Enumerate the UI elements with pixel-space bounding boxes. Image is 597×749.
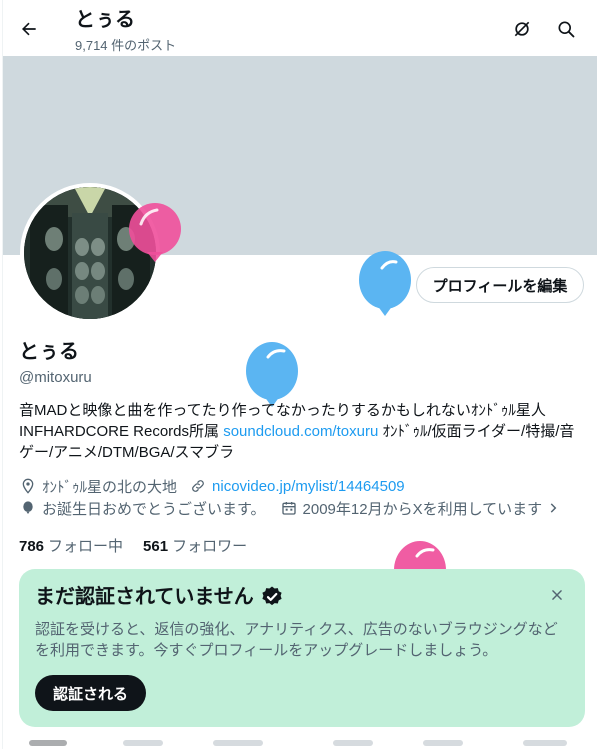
following-link[interactable]: 786 フォロー中 [19,535,123,556]
birthday-off-button[interactable] [507,14,537,44]
close-icon [552,590,562,600]
header-title: とぅる [75,9,135,31]
profile-bio: 音MADと映像と曲を作ってたり作ってなかったりするかもしれないｵﾝﾄﾞｩﾙ星人 … [19,400,585,463]
profile-page: とぅる 9,714 件のポスト プロフィールを編集 とぅる @mitoxuru … [2,0,597,749]
following-count: 786 [19,538,45,555]
calendar-icon [280,499,298,517]
top-bar: とぅる 9,714 件のポスト [3,0,597,56]
bio-line: INFHARDCORE Records所属 soundcloud.com/tox… [19,421,585,442]
followers-count: 561 [143,538,169,555]
pink-balloon-icon [129,203,181,262]
profile-tabs-peek [3,740,597,749]
balloon-icon [19,499,37,517]
back-button[interactable] [13,13,45,45]
edit-profile-button[interactable]: プロフィールを編集 [416,267,584,303]
verified-badge-icon [262,586,282,606]
profile-joined: 2009年12月からXを利用しています [302,500,543,518]
birthday-off-icon [514,21,530,37]
verification-title-text: まだ認証されていません [35,586,254,608]
profile-name: とぅる [19,341,79,363]
bio-line: 音MADと映像と曲を作ってたり作ってなかったりするかもしれないｵﾝﾄﾞｩﾙ星人 [19,402,546,419]
arrow-left-icon [22,22,36,36]
profile-meta-row: ｵﾝﾄﾞｩﾙ星の北の大地 nicovideo.jp/mylist/1446450… [19,476,405,496]
post-count: 9,714 件のポスト [75,38,177,53]
chevron-right-icon[interactable] [544,499,562,517]
verification-card: まだ認証されていません 認証を受けると、返信の強化、アナリティクス、広告のないブ… [19,569,585,727]
profile-birthday: お誕生日おめでとうございます。 [42,500,266,518]
bio-text: INFHARDCORE Records所属 [19,423,224,440]
search-icon [558,21,575,38]
verification-description: 認証を受けると、返信の強化、アナリティクス、広告のないブラウジングなどを利用でき… [35,621,558,659]
profile-meta-row: お誕生日おめでとうございます。 2009年12月からXを利用しています [19,498,567,518]
location-icon [19,477,37,495]
profile-handle: @mitoxuru [19,369,92,386]
follow-stats: 786 フォロー中 561 フォロワー [19,535,267,556]
followers-label: フォロワー [172,538,248,555]
verification-title: まだ認証されていません [35,585,284,609]
bio-line: ゲー/アニメ/DTM/BGA/スマブラ [19,444,235,461]
close-button[interactable] [545,583,569,607]
following-label: フォロー中 [48,538,124,555]
get-verified-button[interactable]: 認証される [35,675,147,711]
search-button[interactable] [551,14,581,44]
profile-website[interactable]: nicovideo.jp/mylist/14464509 [212,478,405,495]
blue-balloon-icon [359,251,411,316]
link-icon [189,477,207,495]
profile-location: ｵﾝﾄﾞｩﾙ星の北の大地 [42,478,178,496]
bio-link[interactable]: soundcloud.com/toxuru [223,423,378,440]
followers-link[interactable]: 561 フォロワー [143,535,247,556]
bio-text: ｵﾝﾄﾞｩﾙ/仮面ライダー/特撮/音 [378,423,575,440]
